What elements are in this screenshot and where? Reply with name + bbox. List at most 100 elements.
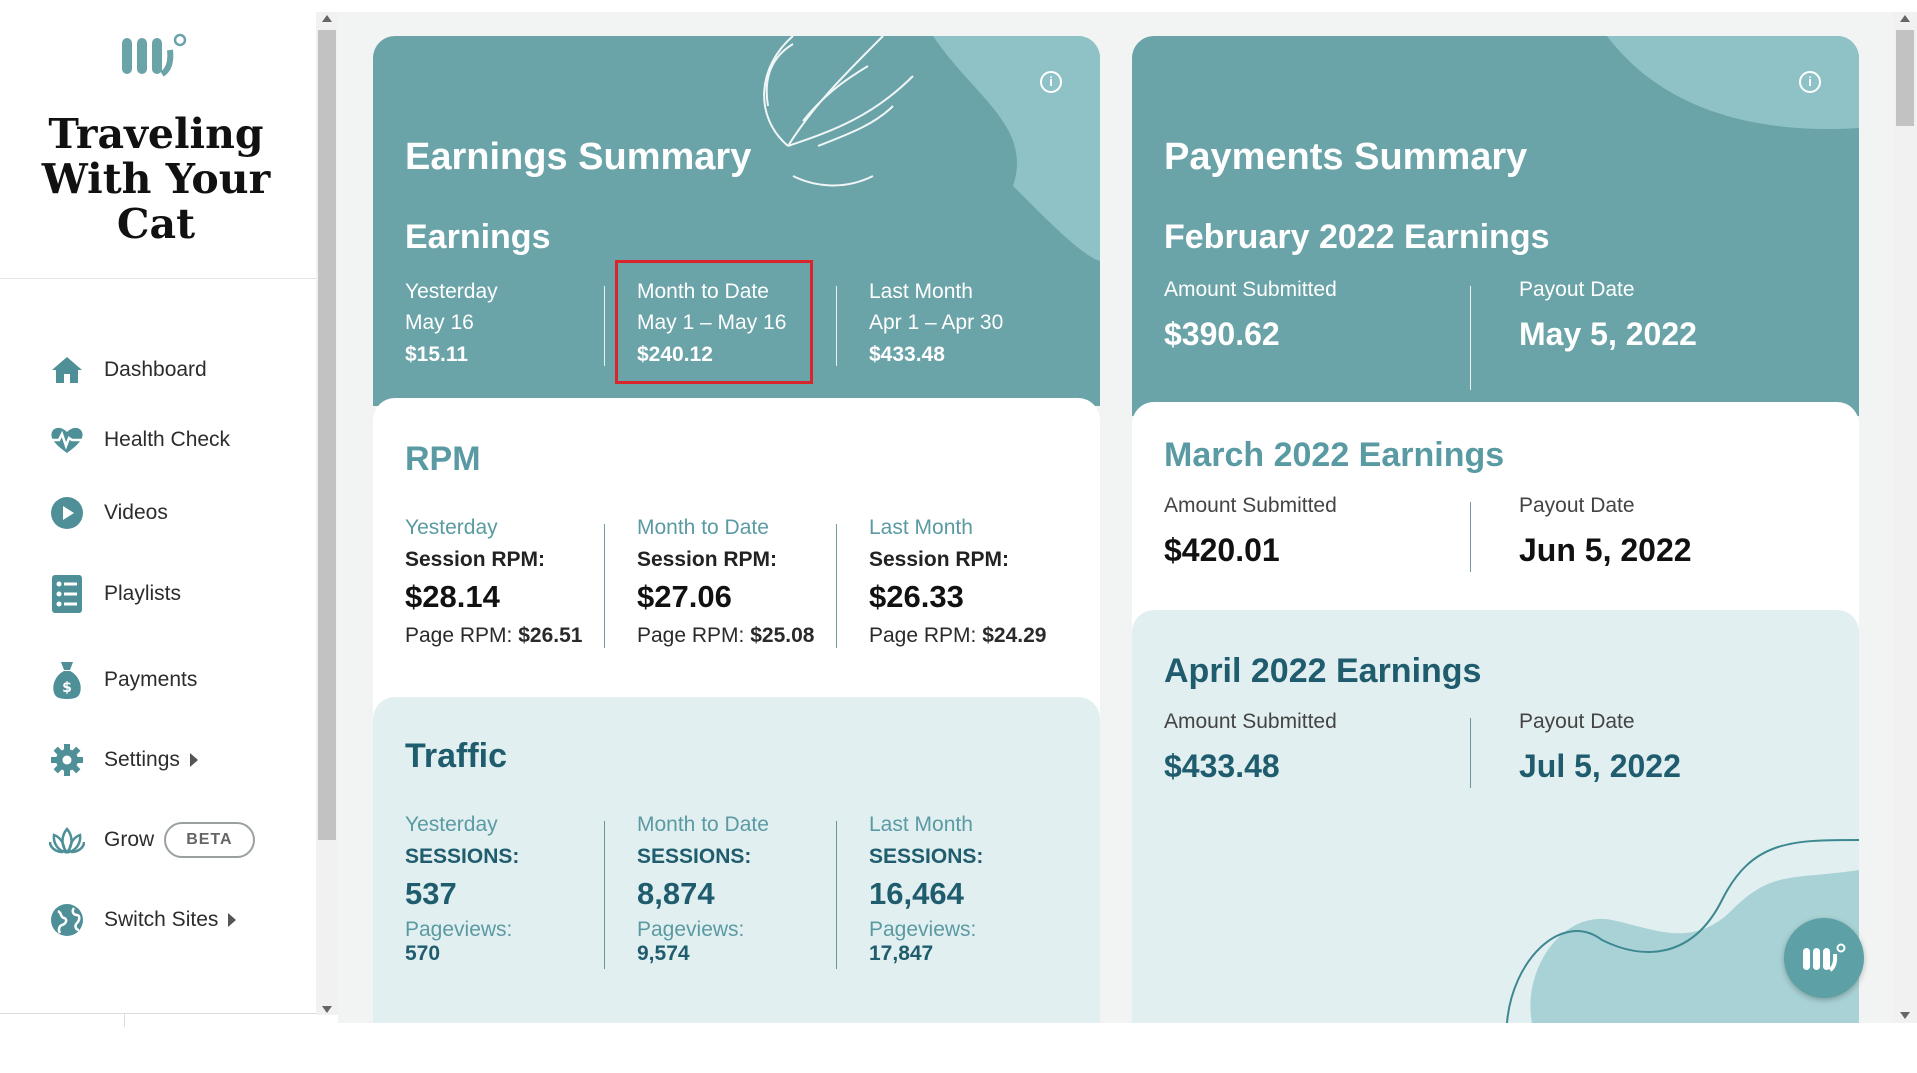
- apr-amount: Amount Submitted $433.48: [1164, 710, 1464, 785]
- main-scrollbar[interactable]: [1893, 12, 1917, 1023]
- caret-right-icon: [189, 753, 198, 767]
- rpm-card: RPM Yesterday Session RPM: $28.14 Page R…: [373, 398, 1100, 718]
- feb-amount: Amount Submitted $390.62: [1164, 278, 1464, 353]
- play-circle-icon: [48, 494, 86, 532]
- earnings-yesterday: Yesterday May 16 $15.11: [405, 276, 605, 372]
- sessions-value: 16,464: [869, 876, 964, 911]
- sidebar-item-health-check[interactable]: Health Check: [48, 418, 230, 462]
- scroll-down-arrow-icon[interactable]: [322, 1006, 332, 1013]
- sidebar-footer-divider: [0, 1013, 316, 1014]
- session-rpm-value: $28.14: [405, 579, 500, 614]
- page-rpm-label: Page RPM:: [869, 624, 977, 647]
- april-earnings-card: April 2022 Earnings Amount Submitted $43…: [1132, 610, 1859, 1023]
- session-rpm-label: Session RPM:: [405, 548, 546, 571]
- period-label: Month to Date: [637, 516, 769, 539]
- globe-icon: [48, 901, 86, 939]
- column-divider: [604, 821, 605, 969]
- rpm-month-to-date: Month to Date Session RPM: $27.06 Page R…: [637, 512, 857, 651]
- column-divider: [836, 286, 837, 366]
- period-label: Yesterday: [405, 280, 498, 303]
- info-icon[interactable]: i: [1040, 71, 1062, 93]
- payments-summary-title: Payments Summary: [1164, 136, 1528, 178]
- pageviews-label: Pageviews:: [637, 918, 745, 941]
- sidebar-item-dashboard[interactable]: Dashboard: [48, 348, 207, 392]
- lotus-icon: [48, 821, 86, 859]
- page-rpm-value: $25.08: [750, 624, 815, 647]
- period-date: Apr 1 – Apr 30: [869, 311, 1004, 334]
- column-divider: [1470, 502, 1471, 572]
- heartbeat-icon: [48, 421, 86, 459]
- main-scrollbar-thumb[interactable]: [1896, 30, 1914, 126]
- page-rpm-value: $26.51: [518, 624, 583, 647]
- earnings-summary-title: Earnings Summary: [405, 136, 752, 178]
- beta-badge: BETA: [164, 822, 255, 858]
- period-label: Yesterday: [405, 813, 498, 836]
- svg-text:$: $: [62, 680, 72, 696]
- session-rpm-label: Session RPM:: [869, 548, 1010, 571]
- page-rpm-line: Page RPM: $25.08: [637, 620, 857, 651]
- sidebar: Traveling With Your Cat Dashboard Health…: [0, 0, 316, 1027]
- april-earnings-title: April 2022 Earnings: [1164, 652, 1482, 690]
- page-rpm-label: Page RPM:: [637, 624, 745, 647]
- period-label: Yesterday: [405, 516, 498, 539]
- column-divider: [836, 524, 837, 648]
- sidebar-item-payments[interactable]: $ Payments: [48, 658, 197, 702]
- sessions-label: SESSIONS:: [637, 845, 752, 868]
- payout-date: Jun 5, 2022: [1519, 532, 1692, 568]
- payout-label: Payout Date: [1519, 710, 1635, 733]
- amount-label: Amount Submitted: [1164, 278, 1337, 301]
- sidebar-item-switch-sites[interactable]: Switch Sites: [48, 898, 237, 942]
- earnings-value: $15.11: [405, 343, 469, 366]
- sidebar-scrollbar-thumb[interactable]: [318, 30, 336, 840]
- earnings-last-month: Last Month Apr 1 – Apr 30 $433.48: [869, 276, 1069, 372]
- sidebar-item-grow[interactable]: Grow BETA: [48, 818, 255, 862]
- amount-label: Amount Submitted: [1164, 710, 1337, 733]
- pageviews-label: Pageviews:: [869, 918, 977, 941]
- sidebar-footer-tick: [124, 1013, 125, 1027]
- scroll-up-arrow-icon[interactable]: [1900, 15, 1910, 22]
- sidebar-item-settings[interactable]: Settings: [48, 738, 198, 782]
- highlight-annotation: [615, 260, 813, 384]
- amount-value: $390.62: [1164, 316, 1280, 352]
- sessions-label: SESSIONS:: [869, 845, 984, 868]
- sidebar-item-label: Grow: [104, 828, 155, 851]
- period-label: Last Month: [869, 516, 973, 539]
- site-title: Traveling With Your Cat: [41, 110, 271, 248]
- apr-payout: Payout Date Jul 5, 2022: [1519, 710, 1819, 785]
- page-rpm-value: $24.29: [982, 624, 1047, 647]
- session-rpm-label: Session RPM:: [637, 548, 778, 571]
- sidebar-scrollbar[interactable]: [316, 12, 338, 1015]
- session-rpm-value: $27.06: [637, 579, 732, 614]
- traffic-month-to-date: Month to Date SESSIONS: 8,874 Pageviews:…: [637, 809, 837, 966]
- column-divider: [1470, 718, 1471, 788]
- info-icon[interactable]: i: [1799, 71, 1821, 93]
- payout-date: Jul 5, 2022: [1519, 748, 1681, 784]
- mediavine-help-button[interactable]: [1784, 918, 1864, 998]
- sidebar-item-playlists[interactable]: Playlists: [48, 572, 181, 616]
- mediavine-logo[interactable]: [120, 32, 192, 82]
- pageviews-label: Pageviews:: [405, 918, 513, 941]
- column-divider: [604, 286, 605, 366]
- home-icon: [48, 351, 86, 389]
- amount-value: $420.01: [1164, 532, 1280, 568]
- scroll-up-arrow-icon[interactable]: [322, 15, 332, 22]
- session-rpm-value: $26.33: [869, 579, 964, 614]
- sessions-value: 537: [405, 876, 457, 911]
- amount-label: Amount Submitted: [1164, 494, 1337, 517]
- scroll-down-arrow-icon[interactable]: [1900, 1012, 1910, 1019]
- sidebar-item-videos[interactable]: Videos: [48, 491, 168, 535]
- sessions-label: SESSIONS:: [405, 845, 520, 868]
- column-divider: [836, 821, 837, 969]
- traffic-yesterday: Yesterday SESSIONS: 537 Pageviews: 570: [405, 809, 605, 966]
- traffic-card: Traffic Yesterday SESSIONS: 537 Pageview…: [373, 697, 1100, 1023]
- traffic-title: Traffic: [405, 737, 508, 775]
- pageviews-value: 9,574: [637, 942, 690, 965]
- payout-label: Payout Date: [1519, 494, 1635, 517]
- feb-payout: Payout Date May 5, 2022: [1519, 278, 1819, 353]
- gear-icon: [48, 741, 86, 779]
- period-label: Last Month: [869, 280, 973, 303]
- list-icon: [48, 575, 86, 613]
- payout-date: May 5, 2022: [1519, 316, 1697, 352]
- sidebar-item-label: Settings: [104, 748, 180, 771]
- sidebar-item-label: Playlists: [104, 582, 182, 605]
